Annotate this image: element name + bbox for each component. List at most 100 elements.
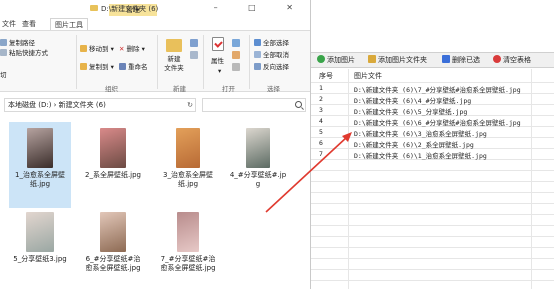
select-all-button[interactable]: 全部选择 <box>254 39 289 48</box>
properties-icon <box>212 37 224 51</box>
row-divider <box>311 192 554 193</box>
move-to-label: 移动到 <box>89 45 109 53</box>
add-folder-button[interactable]: 添加图片文件夹 <box>368 55 427 66</box>
open-icon <box>232 39 240 47</box>
row-divider <box>311 236 554 237</box>
row-divider <box>311 82 554 83</box>
column-divider <box>348 69 349 289</box>
row-file-path[interactable]: D:\新建文件夹 (6)\6_#分享壁纸#治愈系全屏壁纸.jpg <box>354 117 521 127</box>
row-divider <box>311 247 554 248</box>
column-header-index[interactable]: 序号 <box>319 71 333 81</box>
row-divider <box>311 258 554 259</box>
rename-button[interactable]: 重命名 <box>119 63 148 72</box>
file-grid: 1_治愈系全屏壁纸.jpg 2_系全屏壁纸.jpg 3_治愈系全屏壁纸.jpg 4_#… <box>0 118 310 289</box>
tool-titlebar <box>311 0 554 50</box>
add-folder-label: 添加图片文件夹 <box>378 56 427 64</box>
row-index[interactable]: 1 <box>319 84 323 92</box>
new-folder-button[interactable]: 新建 文件夹 <box>162 55 186 73</box>
row-file-path[interactable]: D:\新建文件夹 (6)\5_分享壁纸.jpg <box>354 106 467 116</box>
search-input[interactable] <box>202 98 306 112</box>
clear-table-button[interactable]: 清空表格 <box>493 55 531 66</box>
ribbon: 复制路径 粘贴快捷方式 切 移动到 ▾ 复制到 ▾ ✕ 删除 ▾ 重命名 组织 … <box>0 30 310 93</box>
refresh-icon[interactable]: ↻ <box>187 99 193 111</box>
row-divider <box>311 170 554 171</box>
image-thumbnail <box>177 212 199 252</box>
file-table[interactable]: 序号 图片文件 1 D:\新建文件夹 (6)\7_#分享壁纸#治愈系全屏壁纸.jp… <box>311 69 554 289</box>
organize-group-label: 组织 <box>105 85 118 93</box>
image-thumbnail <box>26 212 54 252</box>
window-title: D:\新建文件夹 (6) <box>101 5 159 13</box>
delete-button[interactable]: ✕ 删除 ▾ <box>119 45 145 54</box>
select-all-icon <box>254 39 261 46</box>
invert-selection-button[interactable]: 反向选择 <box>254 63 289 72</box>
paste-shortcut-button[interactable]: 粘贴快捷方式 <box>0 49 48 58</box>
file-item[interactable]: 1_治愈系全屏壁纸.jpg <box>9 122 71 208</box>
copy-to-button[interactable]: 复制到 ▾ <box>80 63 114 72</box>
copy-to-label: 复制到 <box>89 63 109 71</box>
file-name: 5_分享壁纸3.jpg <box>13 255 67 263</box>
image-tool-window: 添加图片 添加图片文件夹 删除已选 清空表格 序号 图片文件 1 D:\新建文件夹… <box>311 0 554 289</box>
properties-button[interactable]: 属性 <box>211 57 224 66</box>
row-file-path[interactable]: D:\新建文件夹 (6)\3_治愈系全屏壁纸.jpg <box>354 128 487 138</box>
row-file-path[interactable]: D:\新建文件夹 (6)\2_系全屏壁纸.jpg <box>354 139 474 149</box>
copy-path-label: 复制路径 <box>9 39 35 47</box>
row-divider <box>311 269 554 270</box>
row-divider <box>311 214 554 215</box>
image-thumbnail <box>176 128 200 168</box>
file-item[interactable]: 5_分享壁纸3.jpg <box>9 206 71 289</box>
move-to-button[interactable]: 移动到 ▾ <box>80 45 114 54</box>
invert-selection-icon <box>254 63 261 70</box>
row-index[interactable]: 5 <box>319 128 323 136</box>
add-image-icon <box>317 55 325 63</box>
ribbon-tabs: 文件 查看 图片工具 <box>0 18 310 30</box>
row-index[interactable]: 2 <box>319 95 323 103</box>
ribbon-divider <box>157 35 158 89</box>
history-icon <box>232 63 240 71</box>
easy-access-icon <box>190 51 198 59</box>
file-item[interactable]: 7_#分享壁纸#治愈系全屏壁纸.jpg <box>157 206 219 289</box>
file-name: 6_#分享壁纸#治愈系全屏壁纸.jpg <box>85 255 141 272</box>
file-item[interactable]: 2_系全屏壁纸.jpg <box>82 122 144 208</box>
row-divider <box>311 181 554 182</box>
paste-shortcut-label: 粘贴快捷方式 <box>9 49 48 57</box>
tab-view[interactable]: 查看 <box>22 18 36 30</box>
add-image-button[interactable]: 添加图片 <box>317 55 355 66</box>
properties-dropdown[interactable]: ▾ <box>218 67 221 76</box>
cut-button[interactable]: 切 <box>0 71 7 80</box>
row-index[interactable]: 7 <box>319 150 323 158</box>
row-index[interactable]: 6 <box>319 139 323 147</box>
add-image-label: 添加图片 <box>327 56 355 64</box>
image-thumbnail <box>100 212 126 252</box>
copy-path-button[interactable]: 复制路径 <box>0 39 35 48</box>
row-index[interactable]: 3 <box>319 106 323 114</box>
file-name: 4_#分享壁纸#.jpg <box>229 171 287 188</box>
new-folder-icon <box>166 39 182 52</box>
file-name: 1_治愈系全屏壁纸.jpg <box>15 171 65 188</box>
window-controls[interactable]: – □ ✕ <box>214 3 307 12</box>
select-none-icon <box>254 51 261 58</box>
column-divider <box>531 69 532 289</box>
file-item[interactable]: 6_#分享壁纸#治愈系全屏壁纸.jpg <box>82 206 144 289</box>
rename-label: 重命名 <box>128 63 148 71</box>
address-bar-row: 本地磁盘 (D:) › 新建文件夹 (6) ↻ <box>0 96 310 114</box>
row-divider <box>311 280 554 281</box>
row-file-path[interactable]: D:\新建文件夹 (6)\7_#分享壁纸#治愈系全屏壁纸.jpg <box>354 84 521 94</box>
delete-selected-button[interactable]: 删除已选 <box>442 55 480 66</box>
edit-icon <box>232 51 240 59</box>
select-none-label: 全部取消 <box>263 51 289 59</box>
new-group-label: 新建 <box>173 85 186 93</box>
select-group-label: 选择 <box>267 85 280 93</box>
tab-picture-tools[interactable]: 图片工具 <box>50 18 88 30</box>
paste-shortcut-icon <box>0 49 7 56</box>
select-none-button[interactable]: 全部取消 <box>254 51 289 60</box>
address-bar[interactable]: 本地磁盘 (D:) › 新建文件夹 (6) ↻ <box>4 98 196 112</box>
file-item[interactable]: 3_治愈系全屏壁纸.jpg <box>157 122 219 208</box>
open-group-label: 打开 <box>222 85 235 93</box>
file-item[interactable]: 4_#分享壁纸#.jpg <box>227 122 289 208</box>
column-header-file[interactable]: 图片文件 <box>354 71 382 81</box>
row-index[interactable]: 4 <box>319 117 323 125</box>
row-file-path[interactable]: D:\新建文件夹 (6)\4_#分享壁纸.jpg <box>354 95 471 105</box>
tab-file[interactable]: 文件 <box>2 18 16 30</box>
address-path: 本地磁盘 (D:) › 新建文件夹 (6) <box>8 101 106 109</box>
row-file-path[interactable]: D:\新建文件夹 (6)\1_治愈系全屏壁纸.jpg <box>354 150 487 160</box>
